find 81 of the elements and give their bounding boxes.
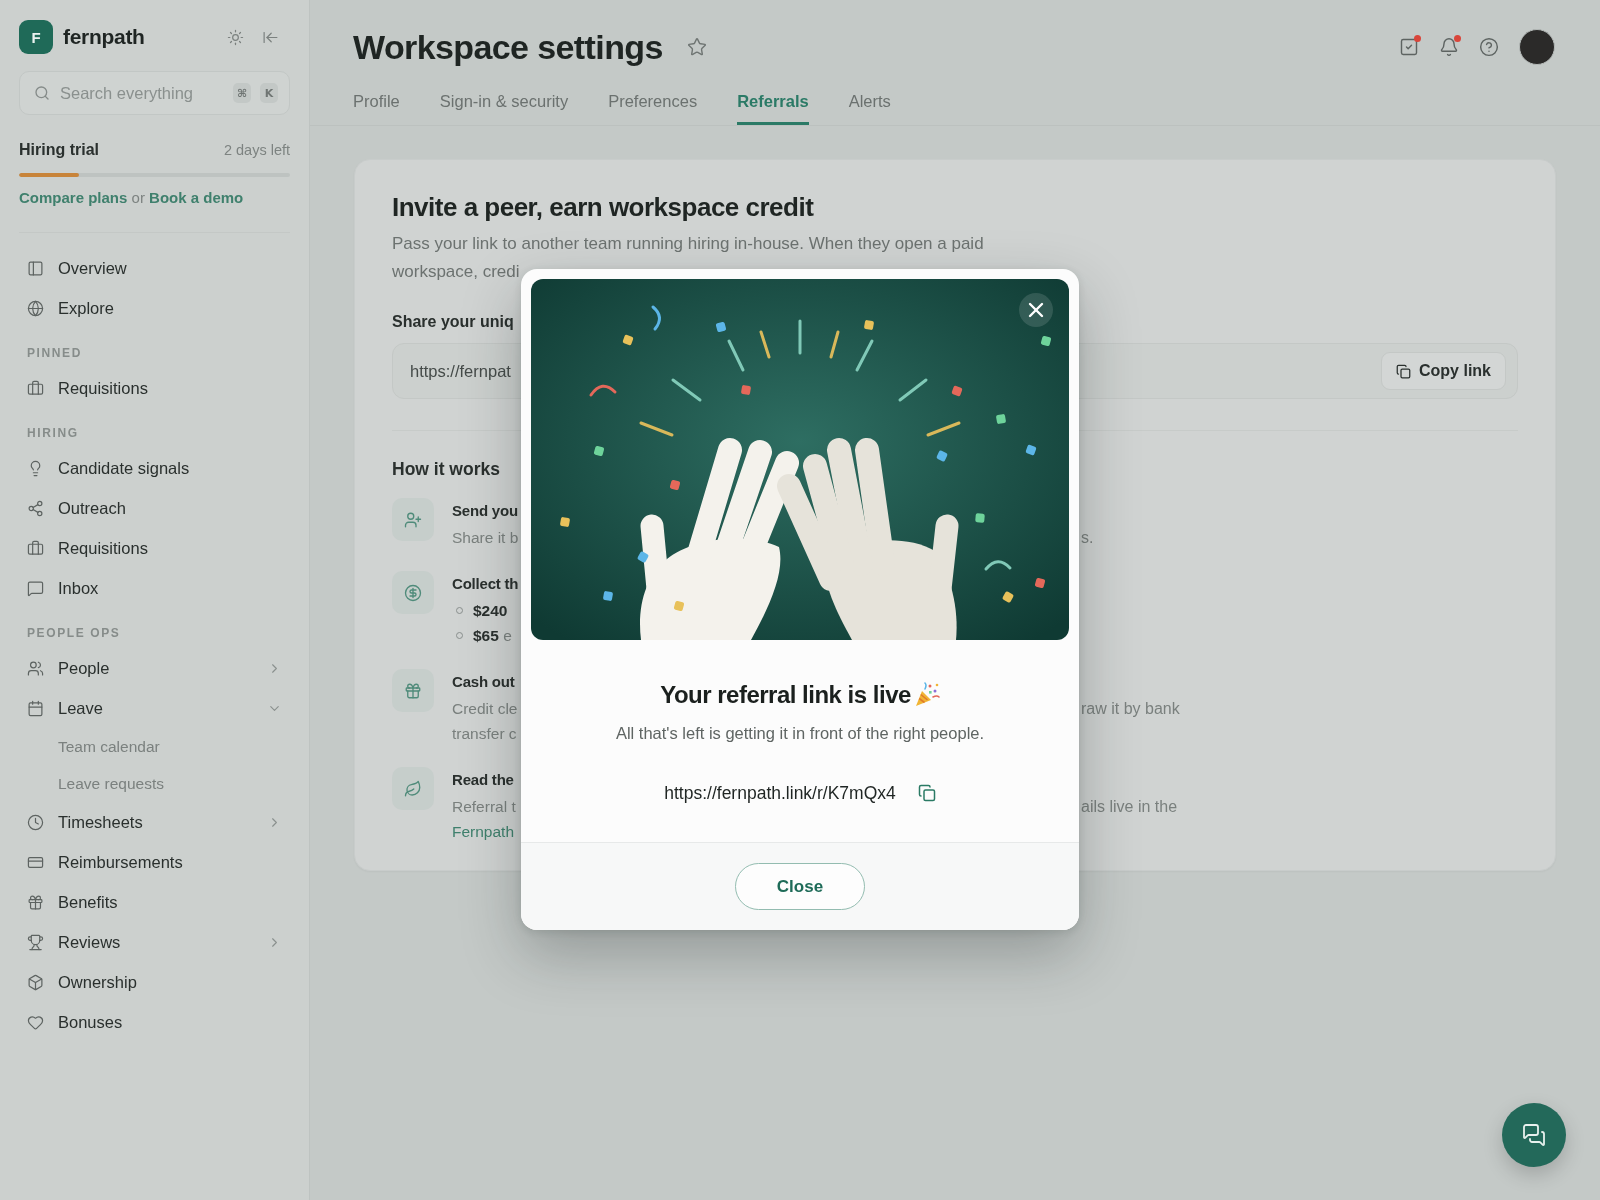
tasks-button[interactable] bbox=[1399, 37, 1419, 57]
checkbox-icon bbox=[1399, 37, 1419, 57]
field-label: Share your uniq bbox=[392, 312, 514, 332]
sidebar-item[interactable]: Reimbursements bbox=[19, 842, 290, 882]
share-icon bbox=[27, 499, 44, 517]
bullet-text: $240 bbox=[473, 601, 508, 620]
bell-icon bbox=[1439, 37, 1459, 57]
section-heading: How it works bbox=[392, 459, 500, 479]
step-description: ails live in the bbox=[1081, 797, 1178, 817]
card-description: Pass your link to another team running hiring in-house. When they open a paid workspace, credi bbox=[392, 233, 985, 283]
box-icon bbox=[27, 973, 44, 991]
referral-link-text: https://fernpath.link/r/K7mQx4 bbox=[664, 782, 896, 805]
users-icon bbox=[27, 659, 44, 677]
dialog-subtitle: All that's left is getting it in front of the right people. bbox=[615, 723, 985, 744]
dialog-title: Your referral link is live bbox=[660, 680, 911, 710]
search-icon bbox=[34, 85, 50, 101]
step-title: Collect th bbox=[452, 574, 519, 594]
shortcut-key: ⌘ bbox=[233, 83, 251, 103]
clock-icon bbox=[27, 813, 44, 831]
shortcut-key: K bbox=[260, 83, 278, 103]
sidebar-item[interactable]: Explore bbox=[19, 288, 290, 328]
brand-logo: F bbox=[19, 20, 53, 54]
sidebar-item[interactable]: People bbox=[19, 648, 290, 688]
sidebar-item[interactable]: Ownership bbox=[19, 962, 290, 1002]
heart-icon bbox=[27, 1013, 44, 1031]
copy-link-button[interactable]: Copy link bbox=[1381, 352, 1506, 390]
section-label: PINNED bbox=[26, 345, 83, 362]
brand-name: fernpath bbox=[63, 25, 145, 49]
chat-icon bbox=[1522, 1123, 1546, 1147]
sidebar-item[interactable]: Candidate signals bbox=[19, 448, 290, 488]
star-icon[interactable] bbox=[686, 37, 707, 57]
close-button[interactable]: Close bbox=[735, 863, 865, 910]
sidebar-item[interactable]: Timesheets bbox=[19, 802, 290, 842]
page-title: Workspace settings bbox=[353, 27, 663, 68]
bullet-text: $65 e bbox=[473, 626, 512, 645]
step-description: Share it b bbox=[452, 528, 519, 548]
globe-icon bbox=[27, 299, 44, 317]
copy-icon[interactable] bbox=[917, 784, 936, 802]
sidebar-item[interactable]: Overview bbox=[19, 248, 290, 288]
sidebar-item[interactable]: Reviews bbox=[19, 922, 290, 962]
sidebar-item[interactable]: Inbox bbox=[19, 568, 290, 608]
step-title: Cash out bbox=[452, 672, 515, 692]
trophy-icon bbox=[27, 933, 44, 951]
card-title: Invite a peer, earn workspace credit bbox=[392, 193, 814, 221]
sidebar-item[interactable]: Requisitions bbox=[19, 528, 290, 568]
leaf-icon bbox=[392, 767, 434, 810]
step-description: raw it by bank bbox=[1081, 699, 1180, 719]
user-avatar[interactable] bbox=[1519, 29, 1555, 65]
user-plus-icon bbox=[392, 498, 434, 541]
sidebar-item[interactable]: Outreach bbox=[19, 488, 290, 528]
sun-icon[interactable] bbox=[227, 28, 244, 46]
panel-icon bbox=[27, 259, 44, 277]
search-input[interactable]: Search everything bbox=[60, 83, 223, 103]
sidebar-item[interactable]: Benefits bbox=[19, 882, 290, 922]
help-button[interactable] bbox=[1479, 37, 1499, 57]
step-description: Credit cle transfer c bbox=[452, 699, 518, 744]
sidebar-item[interactable]: Leave bbox=[19, 688, 290, 728]
sidebar-item[interactable]: Bonuses bbox=[19, 1002, 290, 1042]
dollar-icon bbox=[392, 571, 434, 614]
section-label: HIRING bbox=[26, 425, 80, 442]
copy-icon bbox=[1396, 363, 1411, 379]
chat-button[interactable] bbox=[1502, 1103, 1566, 1167]
step-description: s. bbox=[1081, 528, 1094, 548]
message-icon bbox=[27, 579, 44, 597]
calendar-icon bbox=[27, 699, 44, 717]
trial-upgrade-text: Compare plans or Book a demo bbox=[19, 190, 244, 206]
briefcase-icon bbox=[27, 379, 44, 397]
section-label: PEOPLE OPS bbox=[26, 625, 122, 642]
close-button[interactable] bbox=[1019, 293, 1053, 327]
briefcase-icon bbox=[27, 539, 44, 557]
help-icon bbox=[1479, 37, 1499, 57]
party-popper-icon bbox=[913, 682, 940, 708]
notifications-button[interactable] bbox=[1439, 37, 1459, 57]
step-title: Read the bbox=[452, 770, 514, 790]
step-description: Referral t Fernpath bbox=[452, 797, 516, 842]
trial-title: Hiring trial bbox=[19, 140, 99, 160]
sidebar-item[interactable]: Requisitions bbox=[19, 368, 290, 408]
gift-icon bbox=[392, 669, 434, 712]
step-title: Send you bbox=[452, 501, 518, 521]
gift-icon bbox=[27, 893, 44, 911]
trial-remaining: 2 days left bbox=[223, 141, 290, 160]
